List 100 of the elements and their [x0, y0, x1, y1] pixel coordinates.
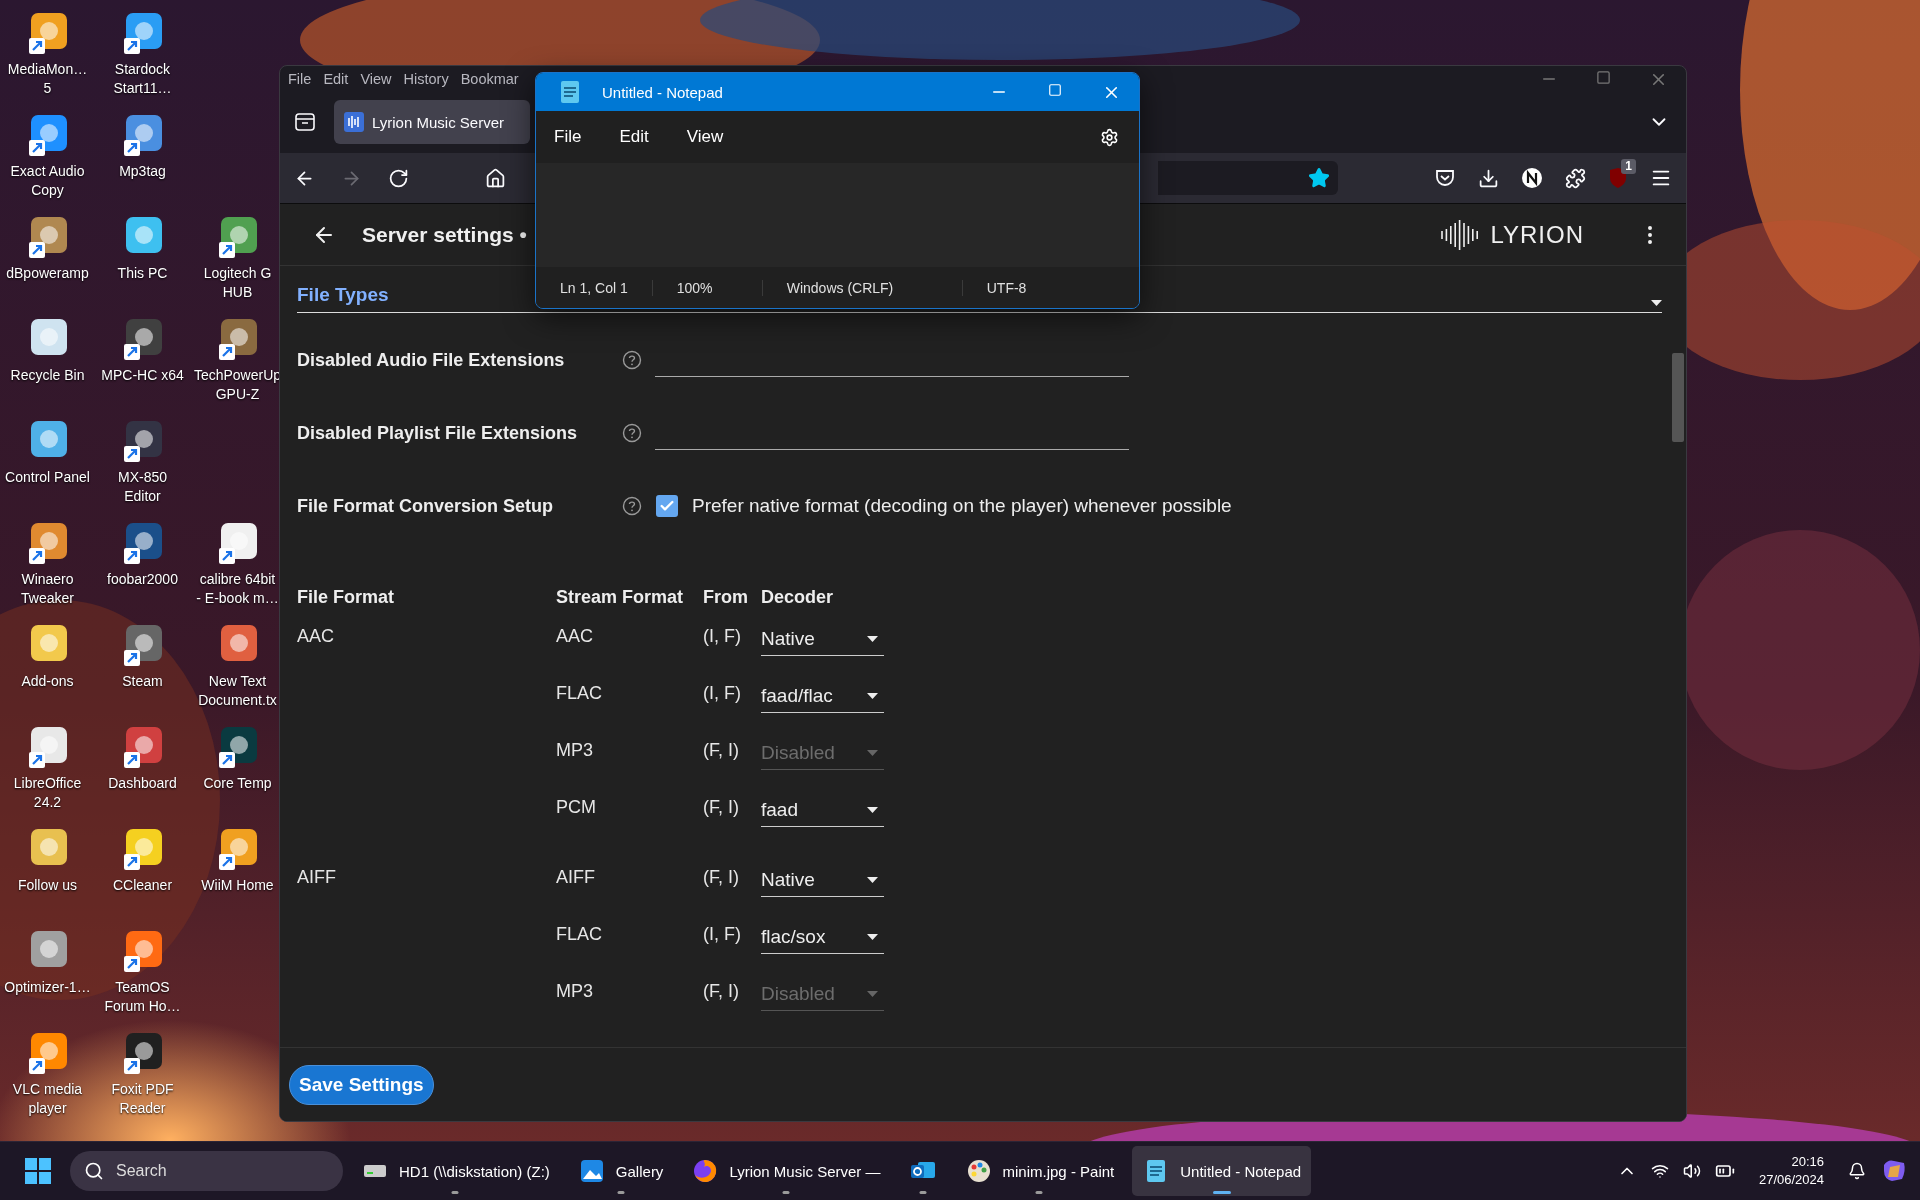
desktop-icon-label[interactable]: WiiM Home: [201, 876, 274, 895]
decoder-select[interactable]: Native: [761, 622, 884, 656]
status-text: UTF-8: [985, 279, 1028, 296]
table-cell-text: (F, I): [703, 739, 740, 762]
table-cell-text: AAC: [556, 625, 594, 648]
column-header: Decoder: [761, 585, 835, 609]
wifi-icon[interactable]: [1650, 1162, 1669, 1180]
desktop-icon-label[interactable]: Foxit PDF Reader: [111, 1080, 174, 1118]
menu-item[interactable]: View: [686, 127, 724, 147]
decoder-select[interactable]: Native: [761, 863, 884, 897]
caret-icon: [867, 635, 878, 642]
desktop-icon-label[interactable]: Control Panel: [5, 468, 90, 487]
desktop-icon-label[interactable]: LibreOffice 24.2: [13, 774, 82, 812]
desktop-icon-label[interactable]: foobar2000: [107, 570, 178, 589]
maximize-icon[interactable]: [1596, 70, 1611, 85]
desktop-icon-label[interactable]: CCleaner: [112, 876, 173, 895]
home-icon[interactable]: [485, 167, 506, 189]
search-input[interactable]: Search: [114, 1161, 314, 1181]
caret-icon: [867, 933, 878, 940]
search-icon: [84, 1161, 104, 1181]
column-header: From: [703, 585, 749, 609]
setting-label: File Format Conversion Setup: [297, 495, 555, 517]
checkbox-label[interactable]: Prefer native format (decoding on the player) whenever possible: [692, 495, 1232, 517]
desktop-icon-label[interactable]: Stardock Start11…: [113, 60, 172, 98]
setting-label: Disabled Audio File Extensions: [297, 349, 566, 371]
settings-icon[interactable]: [1100, 127, 1119, 147]
status-text: 100%: [652, 279, 763, 296]
desktop-icon-label[interactable]: Recycle Bin: [10, 366, 85, 385]
table-cell-text: (F, I): [703, 796, 740, 819]
caret-icon: [867, 749, 878, 756]
menu-item[interactable]: File: [554, 127, 582, 147]
menu-item[interactable]: Bookmar: [460, 70, 519, 87]
browser-tab[interactable]: Lyrion Music Server: [334, 100, 530, 144]
profile-icon[interactable]: [1521, 167, 1543, 189]
tab-list-icon[interactable]: [294, 112, 316, 132]
start-icon[interactable]: [24, 1157, 52, 1185]
desktop-icon-label[interactable]: This PC: [117, 264, 168, 283]
reload-icon[interactable]: [388, 167, 409, 189]
table-cell-text: (I, F): [703, 625, 742, 648]
decoder-select[interactable]: flac/sox: [761, 920, 884, 954]
table-cell-text: MP3: [556, 980, 594, 1003]
taskbar-item[interactable]: Untitled - Notepad: [1132, 1146, 1312, 1196]
section-title[interactable]: File Types: [297, 284, 389, 306]
menu-item[interactable]: History: [403, 70, 449, 87]
desktop-icon-label[interactable]: TechPowerUp GPU-Z: [193, 366, 282, 404]
desktop-icon-label[interactable]: Exact Audio Copy: [10, 162, 85, 200]
decoder-select[interactable]: faad/flac: [761, 679, 884, 713]
desktop-icon-label[interactable]: calibre 64bit - E-book m…: [196, 570, 279, 608]
extensions-icon[interactable]: [1565, 167, 1586, 189]
setting-label: Disabled Playlist File Extensions: [297, 422, 579, 444]
download-icon[interactable]: [1478, 167, 1499, 189]
desktop-icon-label[interactable]: MediaMon… 5: [7, 60, 88, 98]
desktop-icon-label[interactable]: Dashboard: [108, 774, 177, 793]
notification-icon[interactable]: [1848, 1162, 1866, 1180]
search-field[interactable]: Search: [70, 1151, 343, 1191]
help-icon[interactable]: [622, 350, 642, 370]
table-cell-text: MP3: [556, 739, 594, 762]
desktop-icon-label[interactable]: Core Temp: [203, 774, 272, 793]
volume-icon[interactable]: [1682, 1162, 1701, 1180]
menu-item[interactable]: Edit: [323, 70, 349, 87]
taskbar-item[interactable]: HD1 (\\diskstation) (Z:): [351, 1146, 560, 1196]
address-bar[interactable]: [1158, 161, 1338, 195]
desktop-icon-label[interactable]: Logitech G HUB: [203, 264, 272, 302]
menu-item[interactable]: File: [288, 70, 312, 87]
desktop-icon-label[interactable]: MX-850 Editor: [118, 468, 167, 506]
desktop-icon-label[interactable]: Follow us: [17, 876, 78, 895]
help-icon[interactable]: [622, 423, 642, 443]
desktop-icon-label[interactable]: Optimizer-1…: [4, 978, 91, 997]
clock-date[interactable]: 27/06/2024: [1758, 1171, 1824, 1189]
column-header: Stream Format: [556, 585, 685, 609]
caret-icon: [867, 990, 878, 997]
table-cell-text: (I, F): [703, 923, 742, 946]
help-icon[interactable]: [622, 496, 642, 516]
bookmark-star-icon[interactable]: [1308, 167, 1330, 189]
desktop-icon-label[interactable]: Winaero Tweaker: [21, 570, 74, 608]
desktop-icon-label[interactable]: dBpoweramp: [6, 264, 89, 283]
desktop-icon-label[interactable]: Steam: [122, 672, 163, 691]
status-text: Windows (CRLF): [762, 279, 963, 296]
caret-icon: [867, 806, 878, 813]
status-text: Ln 1, Col 1: [536, 279, 653, 296]
taskbar-item[interactable]: minim.jpg - Paint: [954, 1146, 1125, 1196]
save-button[interactable]: Save Settings: [289, 1064, 434, 1105]
desktop-icon-label[interactable]: TeamOS Forum Ho…: [104, 978, 181, 1016]
desktop-icon-label[interactable]: Mp3tag: [119, 162, 166, 181]
desktop-icon-label[interactable]: New Text Document.tx: [198, 672, 277, 710]
pocket-icon[interactable]: [1434, 167, 1456, 189]
menu-item[interactable]: View: [360, 70, 392, 87]
taskbar-item[interactable]: Lyrion Music Server —: [681, 1146, 891, 1196]
desktop-icon-label[interactable]: MPC-HC x64: [101, 366, 184, 385]
taskbar-item[interactable]: Gallery: [567, 1146, 674, 1196]
checkbox[interactable]: [656, 495, 678, 517]
notification-badge: 1: [1621, 159, 1636, 174]
clock-time[interactable]: 20:16: [1791, 1153, 1824, 1171]
menu-item[interactable]: Edit: [619, 127, 649, 147]
decoder-select[interactable]: faad: [761, 793, 884, 827]
table-cell-text: AIFF: [297, 866, 337, 889]
scrollbar-thumb[interactable]: [1672, 353, 1684, 442]
desktop-icon-label[interactable]: VLC media player: [12, 1080, 83, 1118]
caret-icon: [867, 692, 878, 699]
desktop-icon-label[interactable]: Add-ons: [21, 672, 74, 691]
